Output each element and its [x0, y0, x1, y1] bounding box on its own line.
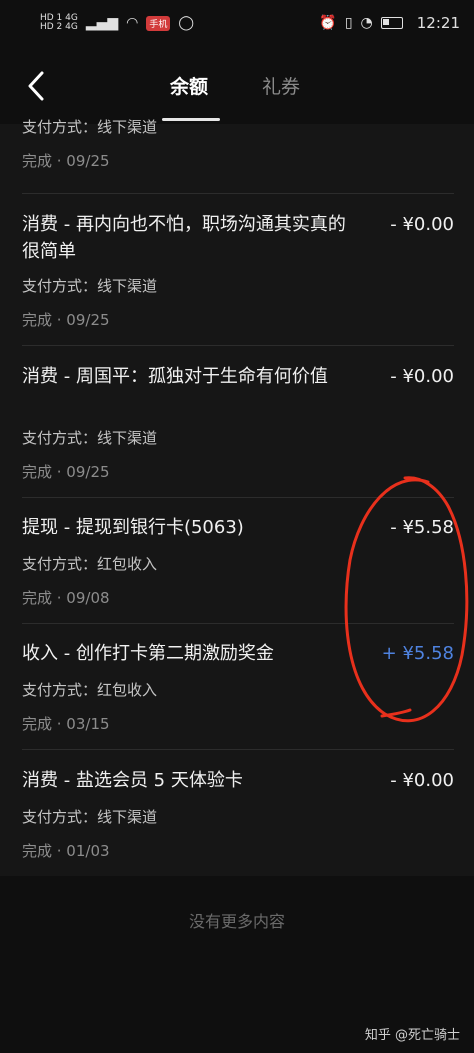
message-icon: ◯ — [178, 15, 195, 31]
watermark: 知乎 @死亡骑士 — [364, 1028, 460, 1043]
status-date: 完成 · 03/15 — [22, 715, 110, 733]
payment-method: 支付方式：线下渠道 — [22, 277, 158, 295]
speed-icon: ◔ — [360, 15, 373, 31]
status-date: 完成 · 01/03 — [22, 842, 110, 860]
transaction-amount: + ¥5.58 — [381, 643, 454, 664]
top-nav: 余额 礼券 — [0, 46, 474, 124]
tab-coupon[interactable]: 礼券 — [262, 72, 300, 99]
alarm-icon: ⏰ — [319, 15, 337, 31]
payment-method: 支付方式：线下渠道 — [22, 429, 158, 447]
list-footer: 没有更多内容 知乎 @死亡骑士 — [0, 876, 474, 1053]
no-more-content-label: 没有更多内容 — [188, 912, 285, 931]
status-bar: HD 1 4G HD 2 4G ▂▄▆ ◠ 手机 ◯ ⏰ ▯ ◔ 12:21 — [0, 0, 474, 46]
transaction-amount: - ¥0.00 — [390, 770, 454, 791]
status-date: 完成 · 09/25 — [22, 152, 110, 170]
clock: 12:21 — [416, 14, 460, 32]
payment-method: 支付方式：红包收入 — [22, 555, 158, 573]
transaction-amount: - ¥0.00 — [390, 366, 454, 387]
wifi-icon: ◠ — [126, 15, 139, 31]
chevron-left-icon — [28, 71, 44, 101]
vibrate-icon: ▯ — [344, 15, 353, 31]
transaction-title: 消费 - 再内向也不怕，职场沟通其实真的很简单 — [22, 214, 346, 262]
payment-method: 支付方式：线下渠道 — [22, 808, 158, 826]
back-button[interactable] — [24, 68, 48, 104]
payment-method: 支付方式：红包收入 — [22, 681, 158, 699]
status-date: 完成 · 09/25 — [22, 311, 110, 329]
transaction-amount: - ¥0.00 — [390, 214, 454, 235]
sim-indicators: HD 1 4G HD 2 4G — [40, 14, 78, 32]
sim-2-label: HD 2 4G — [40, 22, 78, 32]
payment-method: 支付方式：线下渠道 — [22, 118, 158, 136]
status-date: 完成 · 09/25 — [22, 463, 110, 481]
transaction-title: 消费 - 周国平：孤独对于生命有何价值 — [22, 366, 328, 387]
status-right: ⏰ ▯ ◔ 12:21 — [319, 14, 460, 32]
app-notification-icon: 手机 — [146, 15, 171, 31]
status-left: HD 1 4G HD 2 4G ▂▄▆ ◠ 手机 ◯ — [40, 14, 194, 32]
transaction-amount: - ¥5.58 — [390, 517, 454, 538]
transaction-title: 收入 - 创作打卡第二期激励奖金 — [22, 643, 274, 664]
transaction-item[interactable]: 提现 - 提现到银行卡(5063) - ¥5.58 支付方式：红包收入 完成 ·… — [22, 497, 454, 624]
transaction-item[interactable]: 支付方式：线下渠道 完成 · 09/25 — [22, 116, 454, 194]
transaction-item[interactable]: 收入 - 创作打卡第二期激励奖金 + ¥5.58 支付方式：红包收入 完成 · … — [22, 623, 454, 750]
transaction-title: 提现 - 提现到银行卡(5063) — [22, 517, 244, 538]
status-date: 完成 · 09/08 — [22, 589, 110, 607]
transaction-item[interactable]: 消费 - 周国平：孤独对于生命有何价值 - ¥0.00 支付方式：线下渠道 完成… — [22, 345, 454, 498]
signal-icon: ▂▄▆ — [85, 15, 119, 31]
transaction-title: 消费 - 盐选会员 5 天体验卡 — [22, 770, 243, 791]
transaction-item[interactable]: 消费 - 盐选会员 5 天体验卡 - ¥0.00 支付方式：线下渠道 完成 · … — [22, 749, 454, 875]
transaction-item[interactable]: 消费 - 再内向也不怕，职场沟通其实真的很简单 - ¥0.00 支付方式：线下渠… — [22, 193, 454, 346]
tab-balance[interactable]: 余额 — [170, 72, 208, 99]
battery-icon — [380, 17, 403, 29]
transaction-list: 支付方式：线下渠道 完成 · 09/25 消费 - 再内向也不怕，职场沟通其实真… — [0, 118, 474, 876]
